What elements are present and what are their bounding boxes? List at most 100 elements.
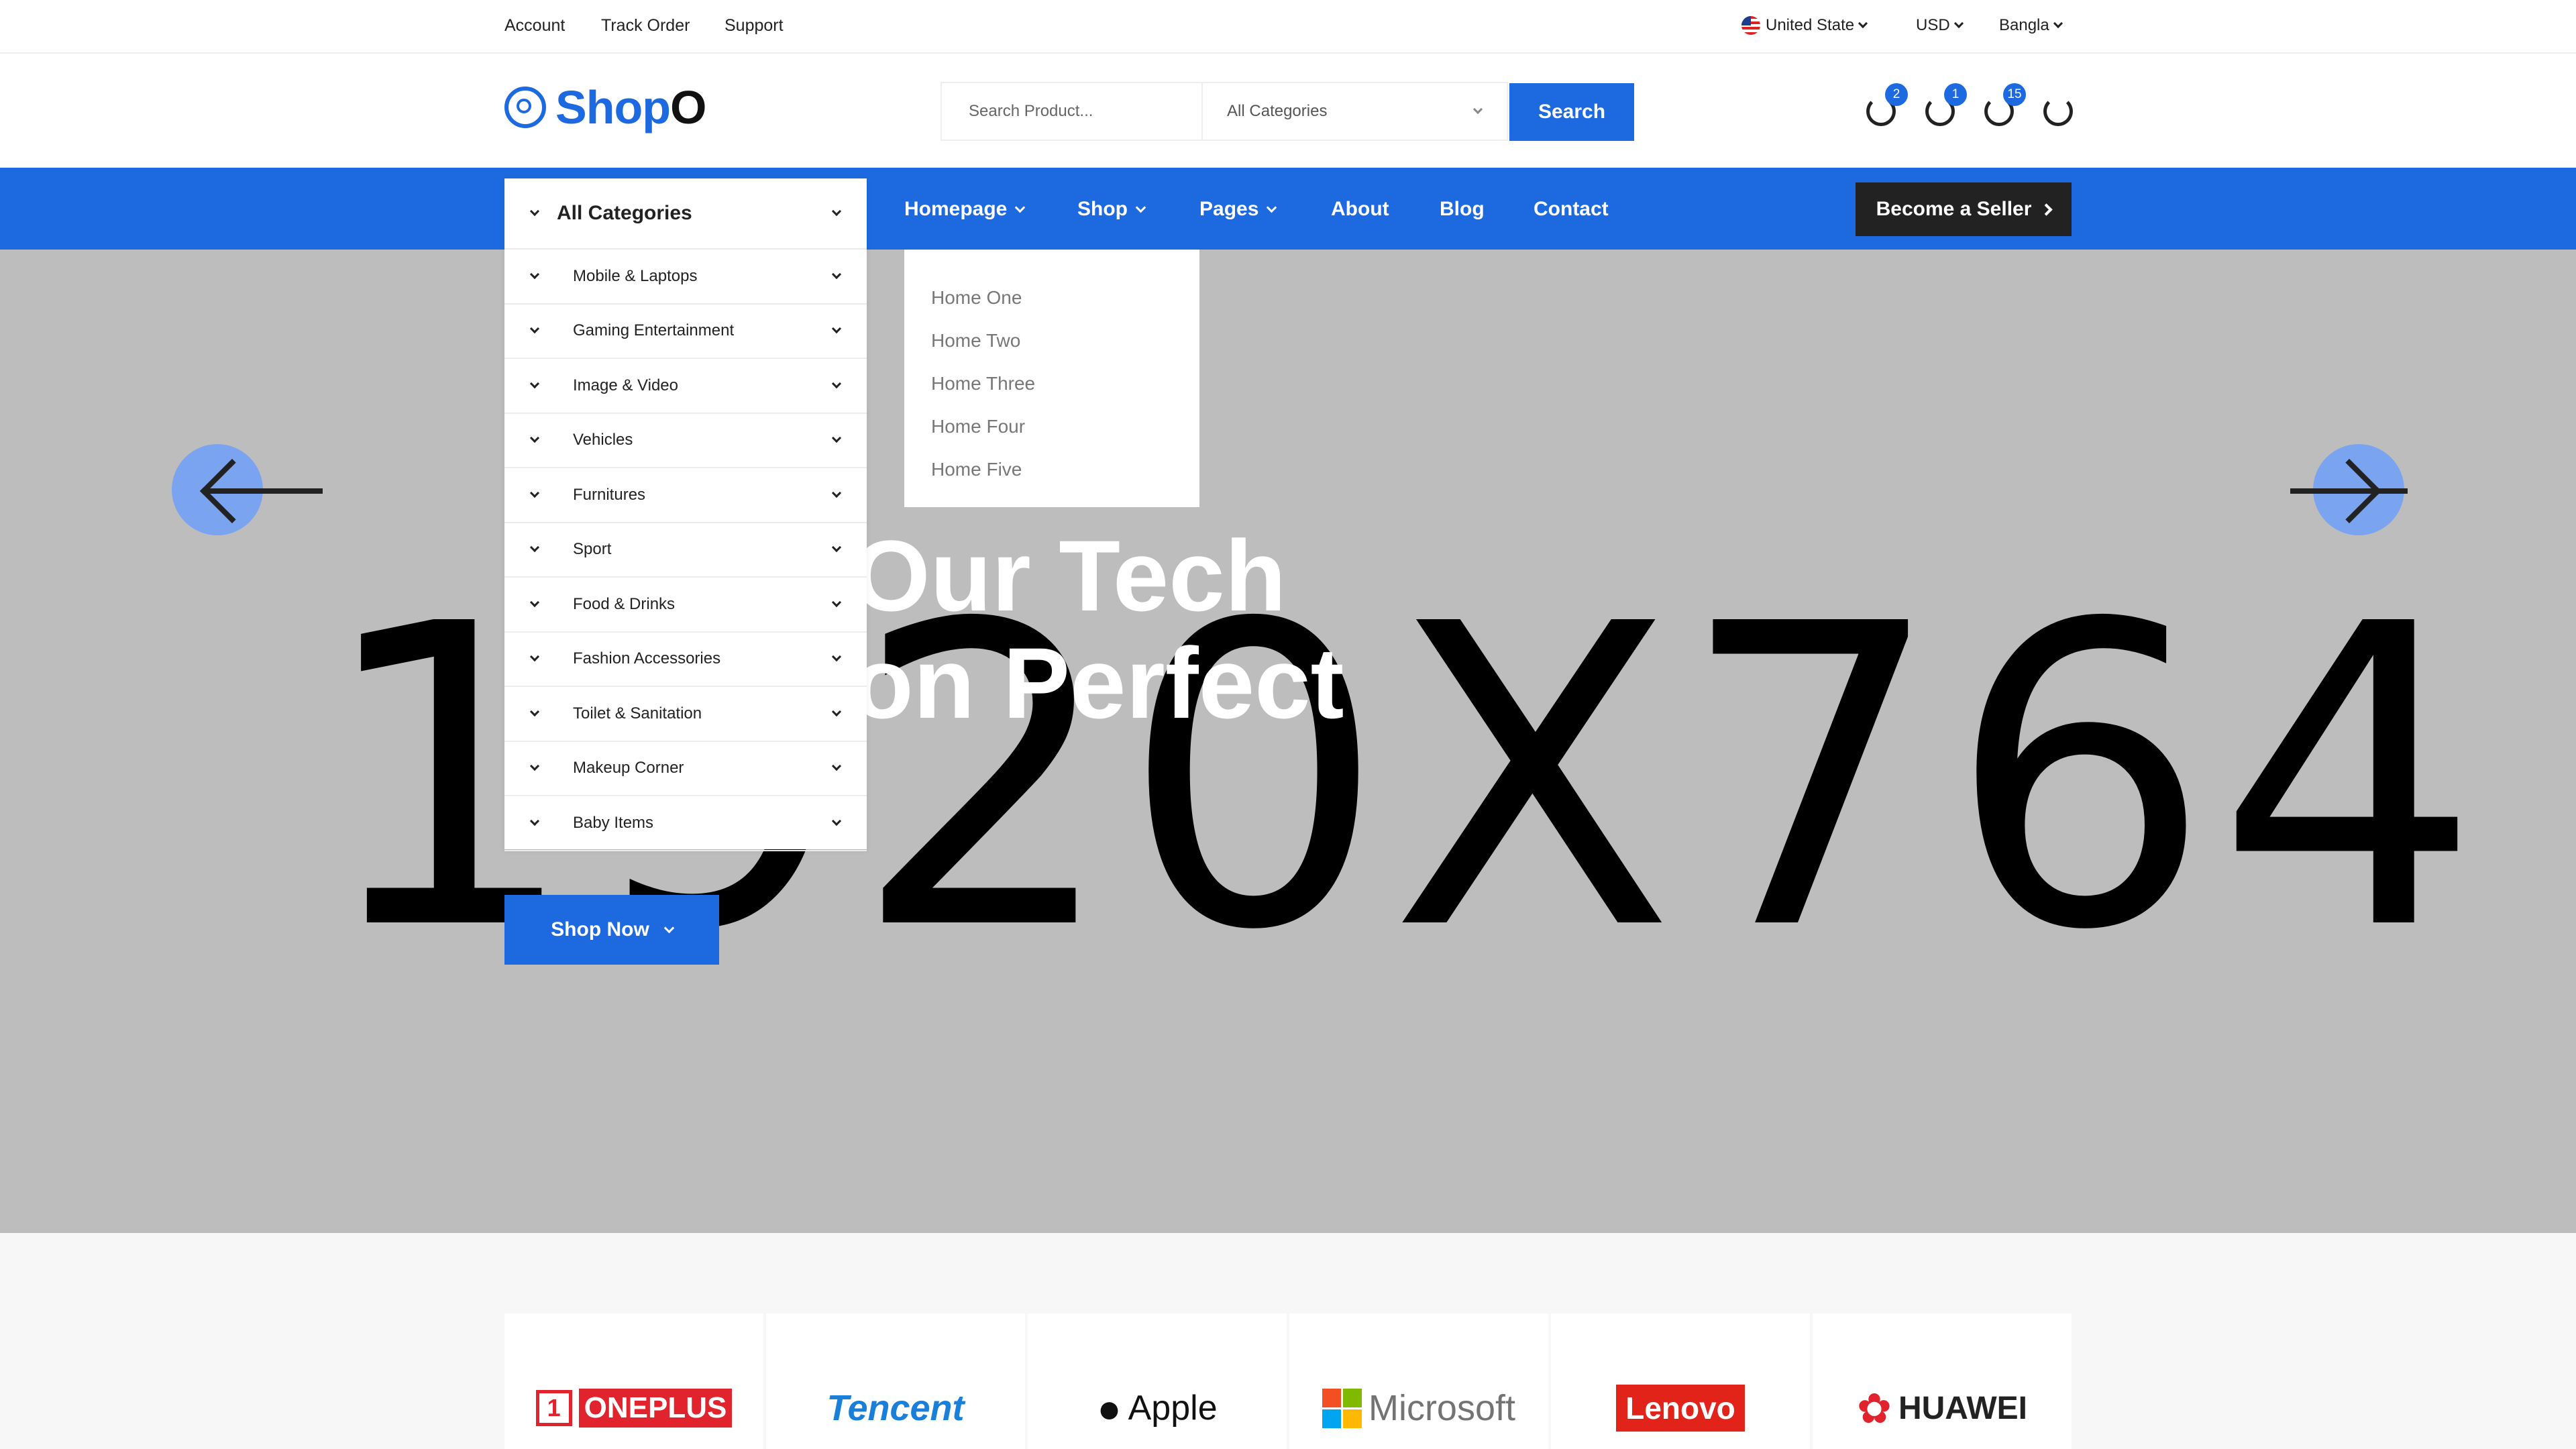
- apple-logo-icon: ●: [1097, 1385, 1122, 1431]
- nav-blog[interactable]: Blog: [1440, 198, 1485, 221]
- chevron-down-icon: [1135, 202, 1146, 213]
- chevron-down-icon: [1267, 202, 1277, 213]
- currency-selector[interactable]: USD: [1916, 16, 1964, 35]
- oneplus-logo-icon: 1: [535, 1390, 572, 1426]
- chevron-down-icon: [831, 543, 842, 553]
- category-item[interactable]: Sport: [504, 523, 867, 578]
- nav-homepage[interactable]: Homepage: [904, 198, 1026, 221]
- chevron-down-icon: [663, 922, 675, 933]
- brand-oneplus[interactable]: 1 ONEPLUS: [504, 1313, 763, 1449]
- category-item[interactable]: Makeup Corner: [504, 742, 867, 796]
- nav-contact[interactable]: Contact: [1534, 198, 1609, 221]
- language-label: Bangla: [1999, 16, 2049, 34]
- category-label: Image & Video: [573, 376, 678, 394]
- hero-prev-button[interactable]: [172, 444, 323, 535]
- dropdown-item-home-two[interactable]: Home Two: [904, 319, 1199, 362]
- country-label: United State: [1766, 16, 1855, 34]
- category-label: Toilet & Sanitation: [573, 704, 702, 722]
- search-button[interactable]: Search: [1509, 83, 1634, 141]
- category-item[interactable]: Mobile & Laptops: [504, 250, 867, 305]
- category-item[interactable]: Image & Video: [504, 359, 867, 414]
- category-label: Baby Items: [573, 813, 654, 832]
- chevron-down-icon: [831, 433, 842, 443]
- dropdown-item-home-three[interactable]: Home Three: [904, 362, 1199, 405]
- brand-lenovo[interactable]: Lenovo: [1551, 1313, 1810, 1449]
- category-item[interactable]: Furnitures: [504, 468, 867, 523]
- brand-apple[interactable]: ● Apple: [1028, 1313, 1287, 1449]
- chevron-down-icon: [529, 433, 540, 443]
- chevron-down-icon: [529, 269, 540, 279]
- arrow-right-icon: [2316, 458, 2382, 524]
- chevron-down-icon: [1953, 18, 1964, 29]
- dropdown-item-home-four[interactable]: Home Four: [904, 405, 1199, 448]
- category-select-label: All Categories: [1227, 102, 1328, 120]
- language-selector[interactable]: Bangla: [1999, 16, 2063, 35]
- nav-about[interactable]: About: [1331, 198, 1389, 221]
- category-item[interactable]: Toilet & Sanitation: [504, 687, 867, 742]
- chevron-down-icon: [529, 761, 540, 771]
- chevron-down-icon: [1472, 104, 1483, 115]
- category-item[interactable]: Fashion Accessories: [504, 633, 867, 687]
- chevron-down-icon: [529, 378, 540, 388]
- chevron-down-icon: [831, 816, 842, 826]
- chevron-down-icon: [831, 761, 842, 771]
- category-item[interactable]: Vehicles: [504, 414, 867, 468]
- search-bar: All Categories: [941, 82, 1508, 141]
- top-bar: [0, 0, 2576, 54]
- brands-section: [0, 1233, 2576, 1449]
- category-select[interactable]: All Categories: [1203, 83, 1507, 140]
- chevron-down-icon: [529, 597, 540, 607]
- logo[interactable]: ShopO: [504, 80, 706, 134]
- chevron-down-icon: [529, 706, 540, 716]
- category-item[interactable]: Food & Drinks: [504, 578, 867, 633]
- hero-heading-line2: on Perfect: [852, 627, 1344, 739]
- category-label: Fashion Accessories: [573, 649, 721, 668]
- become-seller-button[interactable]: Become a Seller: [1856, 182, 2072, 236]
- dropdown-item-home-one[interactable]: Home One: [904, 276, 1199, 319]
- chevron-right-icon: [2040, 203, 2053, 216]
- category-label: Furnitures: [573, 485, 646, 504]
- huawei-logo-icon: ✿: [1857, 1385, 1892, 1432]
- main-nav: [0, 168, 2576, 250]
- logo-mark-icon: [504, 87, 546, 128]
- hero-banner: 1920X764 s Our Tech on Perfect: [0, 250, 2576, 1233]
- category-label: Sport: [573, 540, 612, 559]
- compare-badge: 2: [1885, 83, 1908, 106]
- currency-label: USD: [1916, 16, 1950, 34]
- hero-heading-line1: Our Tech: [852, 519, 1287, 632]
- category-label: Gaming Entertainment: [573, 321, 735, 340]
- category-label: Mobile & Laptops: [573, 266, 698, 285]
- chevron-down-icon: [831, 488, 842, 498]
- user-icon[interactable]: [2043, 97, 2073, 126]
- search-input[interactable]: [942, 83, 1203, 140]
- category-label: Food & Drinks: [573, 594, 676, 613]
- logo-text: ShopO: [555, 81, 706, 133]
- category-item[interactable]: Baby Items: [504, 796, 867, 851]
- country-selector[interactable]: United State: [1741, 16, 1868, 35]
- brand-microsoft[interactable]: Microsoft: [1289, 1313, 1548, 1449]
- chevron-down-icon: [831, 706, 842, 716]
- chevron-down-icon: [831, 206, 842, 217]
- categories-panel: All Categories Mobile & Laptops Gaming En…: [504, 178, 867, 851]
- support-link[interactable]: Support: [724, 16, 784, 36]
- all-categories-toggle[interactable]: All Categories: [504, 178, 867, 250]
- brand-huawei[interactable]: ✿ HUAWEI: [1813, 1313, 2072, 1449]
- track-order-link[interactable]: Track Order: [601, 16, 690, 36]
- category-label: Vehicles: [573, 431, 633, 449]
- chevron-down-icon: [529, 206, 540, 217]
- chevron-down-icon: [831, 597, 842, 607]
- nav-pages[interactable]: Pages: [1199, 198, 1277, 221]
- us-flag-icon: [1741, 16, 1760, 35]
- dropdown-item-home-five[interactable]: Home Five: [904, 448, 1199, 491]
- hero-next-button[interactable]: [2290, 444, 2408, 535]
- chevron-down-icon: [529, 816, 540, 826]
- shop-now-button[interactable]: Shop Now: [504, 895, 719, 965]
- chevron-down-icon: [831, 324, 842, 334]
- account-link[interactable]: Account: [504, 16, 565, 36]
- category-label: Makeup Corner: [573, 759, 684, 777]
- brand-tencent[interactable]: Tencent: [766, 1313, 1025, 1449]
- chevron-down-icon: [1015, 202, 1026, 213]
- chevron-down-icon: [529, 324, 540, 334]
- category-item[interactable]: Gaming Entertainment: [504, 305, 867, 359]
- nav-shop[interactable]: Shop: [1077, 198, 1146, 221]
